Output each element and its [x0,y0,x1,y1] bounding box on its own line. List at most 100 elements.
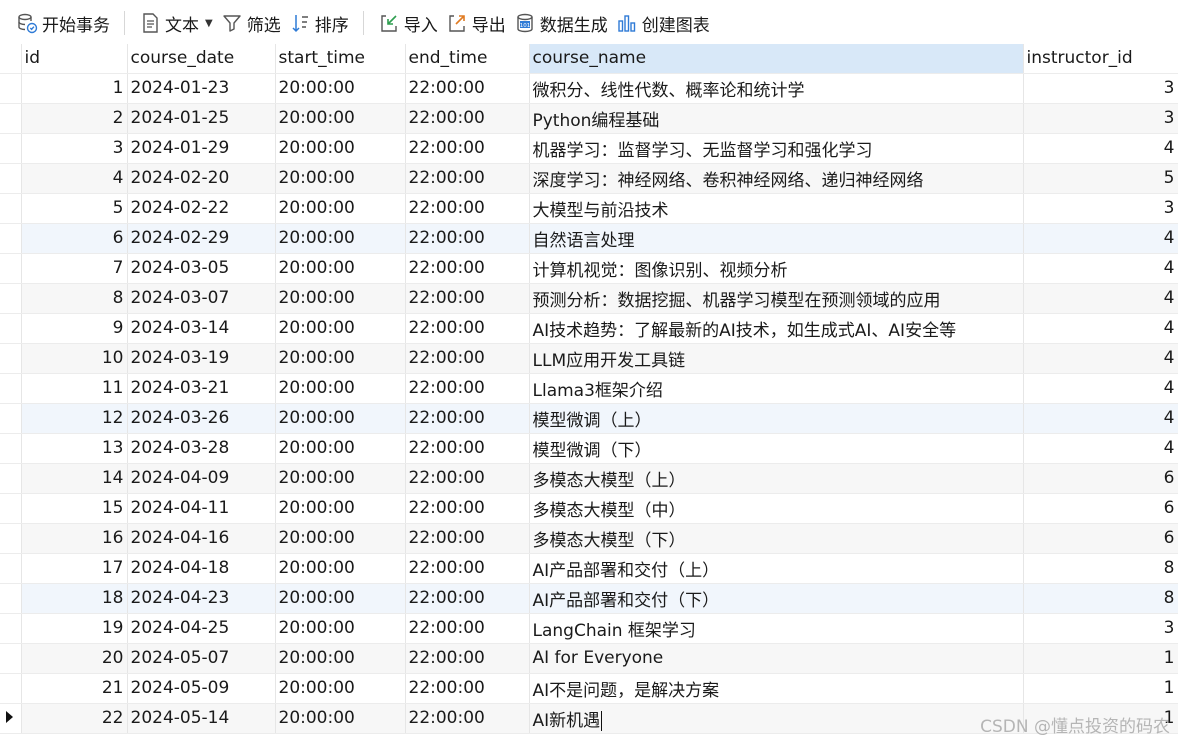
table-row[interactable]: 11 2024-03-21 20:00:00 22:00:00 Llama3框架介绍 4 [0,373,1178,404]
column-header-start-time[interactable]: start_time [275,44,406,74]
cell-id[interactable]: 19 [21,613,128,644]
cell-start-time[interactable]: 20:00:00 [275,133,406,164]
cell-id[interactable]: 21 [21,673,128,704]
cell-id[interactable]: 16 [21,523,128,554]
cell-id[interactable]: 6 [21,223,128,254]
row-indicator[interactable] [0,433,22,464]
cell-end-time[interactable]: 22:00:00 [405,673,530,704]
cell-course-name[interactable]: 机器学习：监督学习、无监督学习和强化学习 [529,133,1024,164]
cell-instructor-id[interactable]: 4 [1023,133,1178,164]
cell-course-date[interactable]: 2024-03-21 [127,373,276,404]
column-header-course-name[interactable]: course_name [529,44,1024,74]
cell-course-date[interactable]: 2024-03-28 [127,433,276,464]
cell-instructor-id[interactable]: 4 [1023,403,1178,434]
table-row[interactable]: 18 2024-04-23 20:00:00 22:00:00 AI产品部署和交付（下）… [0,583,1178,614]
cell-start-time[interactable]: 20:00:00 [275,523,406,554]
cell-start-time[interactable]: 20:00:00 [275,73,406,104]
cell-course-name[interactable]: LLM应用开发工具链 [529,343,1024,374]
cell-id[interactable]: 18 [21,583,128,614]
cell-instructor-id[interactable]: 1 [1023,673,1178,704]
row-indicator[interactable] [0,133,22,164]
cell-end-time[interactable]: 22:00:00 [405,103,530,134]
cell-course-name[interactable]: 多模态大模型（下） [529,523,1024,554]
row-indicator[interactable] [0,493,22,524]
begin-transaction-button[interactable]: 开始事务 [12,8,114,38]
cell-start-time[interactable]: 20:00:00 [275,103,406,134]
cell-course-date[interactable]: 2024-04-09 [127,463,276,494]
cell-id[interactable]: 13 [21,433,128,464]
cell-instructor-id[interactable]: 8 [1023,553,1178,584]
row-indicator[interactable] [0,463,22,494]
row-indicator[interactable] [0,403,22,434]
cell-start-time[interactable]: 20:00:00 [275,463,406,494]
cell-start-time[interactable]: 20:00:00 [275,343,406,374]
cell-instructor-id[interactable]: 6 [1023,523,1178,554]
cell-id[interactable]: 5 [21,193,128,224]
cell-course-date[interactable]: 2024-01-23 [127,73,276,104]
cell-course-name[interactable]: AI不是问题，是解决方案 [529,673,1024,704]
table-row[interactable]: 16 2024-04-16 20:00:00 22:00:00 多模态大模型（下） 6 [0,523,1178,554]
cell-course-date[interactable]: 2024-02-22 [127,193,276,224]
cell-start-time[interactable]: 20:00:00 [275,643,406,674]
cell-end-time[interactable]: 22:00:00 [405,493,530,524]
cell-course-name[interactable]: AI产品部署和交付（下） [529,583,1024,614]
cell-course-name[interactable]: 计算机视觉：图像识别、视频分析 [529,253,1024,284]
cell-end-time[interactable]: 22:00:00 [405,553,530,584]
row-indicator[interactable] [0,643,22,674]
cell-start-time[interactable]: 20:00:00 [275,403,406,434]
cell-end-time[interactable]: 22:00:00 [405,463,530,494]
cell-start-time[interactable]: 20:00:00 [275,673,406,704]
cell-start-time[interactable]: 20:00:00 [275,583,406,614]
filter-button[interactable]: 筛选 [217,8,285,38]
cell-start-time[interactable]: 20:00:00 [275,613,406,644]
cell-instructor-id[interactable]: 4 [1023,373,1178,404]
cell-id[interactable]: 2 [21,103,128,134]
row-indicator[interactable] [0,583,22,614]
cell-course-name[interactable]: 自然语言处理 [529,223,1024,254]
row-indicator[interactable] [0,343,22,374]
table-row[interactable]: 7 2024-03-05 20:00:00 22:00:00 计算机视觉：图像识别、视频… [0,253,1178,284]
column-header-instructor-id[interactable]: instructor_id [1023,44,1178,74]
cell-course-date[interactable]: 2024-04-11 [127,493,276,524]
cell-id[interactable]: 1 [21,73,128,104]
cell-instructor-id[interactable]: 6 [1023,493,1178,524]
row-indicator[interactable] [0,673,22,704]
chevron-down-icon[interactable]: ▼ [205,18,213,29]
cell-course-name[interactable]: LangChain 框架学习 [529,613,1024,644]
cell-start-time[interactable]: 20:00:00 [275,193,406,224]
table-row[interactable]: 10 2024-03-19 20:00:00 22:00:00 LLM应用开发工具链 4 [0,343,1178,374]
create-chart-button[interactable]: 创建图表 [612,8,714,38]
cell-id[interactable]: 20 [21,643,128,674]
cell-course-date[interactable]: 2024-03-05 [127,253,276,284]
cell-instructor-id[interactable]: 3 [1023,73,1178,104]
row-indicator[interactable] [0,103,22,134]
cell-course-name[interactable]: AI产品部署和交付（上） [529,553,1024,584]
cell-course-name[interactable]: 多模态大模型（上） [529,463,1024,494]
cell-start-time[interactable]: 20:00:00 [275,553,406,584]
cell-start-time[interactable]: 20:00:00 [275,313,406,344]
cell-instructor-id[interactable]: 6 [1023,463,1178,494]
data-generation-button[interactable]: 101 数据生成 [510,8,612,38]
cell-course-date[interactable]: 2024-03-14 [127,313,276,344]
cell-course-date[interactable]: 2024-03-19 [127,343,276,374]
table-row[interactable]: 9 2024-03-14 20:00:00 22:00:00 AI技术趋势：了解最新的A… [0,313,1178,344]
cell-end-time[interactable]: 22:00:00 [405,433,530,464]
export-button[interactable]: 导出 [442,8,510,38]
cell-end-time[interactable]: 22:00:00 [405,193,530,224]
cell-id[interactable]: 17 [21,553,128,584]
cell-end-time[interactable]: 22:00:00 [405,583,530,614]
cell-id[interactable]: 9 [21,313,128,344]
table-row[interactable]: 15 2024-04-11 20:00:00 22:00:00 多模态大模型（中） 6 [0,493,1178,524]
row-indicator[interactable] [0,313,22,344]
cell-end-time[interactable]: 22:00:00 [405,523,530,554]
table-row[interactable]: 2 2024-01-25 20:00:00 22:00:00 Python编程基础 3 [0,103,1178,134]
row-indicator[interactable] [0,283,22,314]
cell-id[interactable]: 11 [21,373,128,404]
row-indicator[interactable] [0,253,22,284]
cell-end-time[interactable]: 22:00:00 [405,163,530,194]
cell-start-time[interactable]: 20:00:00 [275,283,406,314]
cell-course-name[interactable]: AI技术趋势：了解最新的AI技术，如生成式AI、AI安全等 [529,313,1024,344]
cell-course-name[interactable]: 模型微调（上） [529,403,1024,434]
cell-course-name[interactable]: Python编程基础 [529,103,1024,134]
cell-course-name[interactable]: AI for Everyone [529,643,1024,674]
